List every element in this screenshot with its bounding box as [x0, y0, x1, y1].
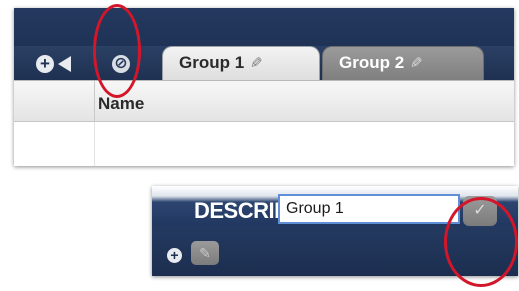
pencil-icon[interactable]: ✎ [410, 54, 423, 72]
group-name-input[interactable] [278, 194, 460, 224]
previous-button[interactable] [58, 56, 71, 72]
disable-button[interactable]: ⊘ [112, 55, 130, 73]
tab-label: Group 2 [339, 53, 405, 72]
bottom-panel: DESCRIPTION E + ✎ ✓ [152, 186, 518, 276]
edit-bar: + ✎ [152, 226, 518, 276]
column-header-name[interactable]: Name [98, 94, 144, 114]
tab-group-2[interactable]: Group 2 ✎ [322, 46, 484, 80]
table-header: Name [14, 80, 514, 122]
column-divider [94, 122, 95, 166]
pencil-icon[interactable]: ✎ [250, 54, 263, 72]
tab-group-1[interactable]: Group 1 ✎ [162, 46, 320, 80]
column-divider [94, 81, 95, 122]
tab-label: Group 1 [179, 53, 245, 72]
checkmark-icon: ✓ [473, 202, 487, 219]
pencil-icon[interactable]: ✎ [191, 241, 219, 265]
top-panel: + ⊘ Group 1 ✎ Group 2 ✎ Name [14, 8, 514, 166]
confirm-button[interactable]: ✓ [463, 196, 497, 226]
add-group-button[interactable]: + [36, 55, 54, 73]
add-icon[interactable]: + [167, 248, 182, 263]
table-body [14, 122, 514, 166]
